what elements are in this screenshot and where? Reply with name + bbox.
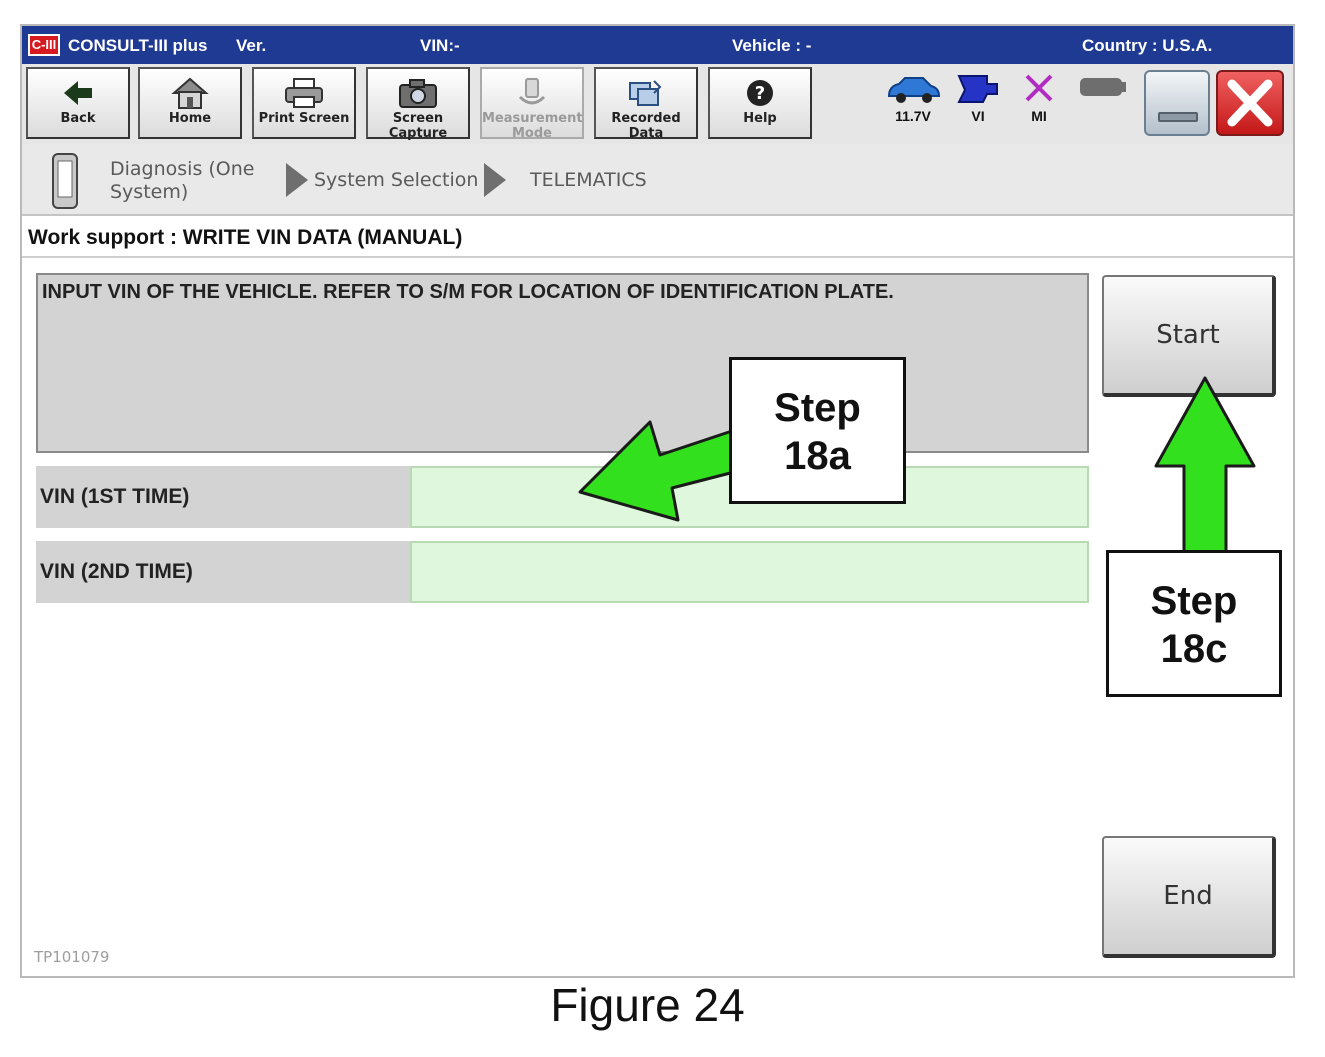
step-18a-callout: Step 18a xyxy=(729,357,906,504)
step-18a-line1: Step xyxy=(774,386,861,430)
step-18a-line2: 18a xyxy=(784,434,851,478)
step-18c-line2: 18c xyxy=(1160,627,1228,671)
step-18a-arrow xyxy=(578,420,744,522)
annotation-arrows xyxy=(578,376,1256,554)
step-18c-line1: Step xyxy=(1150,579,1238,623)
step-18c-arrow xyxy=(1154,376,1256,554)
figure-caption: Figure 24 xyxy=(550,979,745,1031)
step-18c-callout: Step 18c xyxy=(1106,550,1282,697)
